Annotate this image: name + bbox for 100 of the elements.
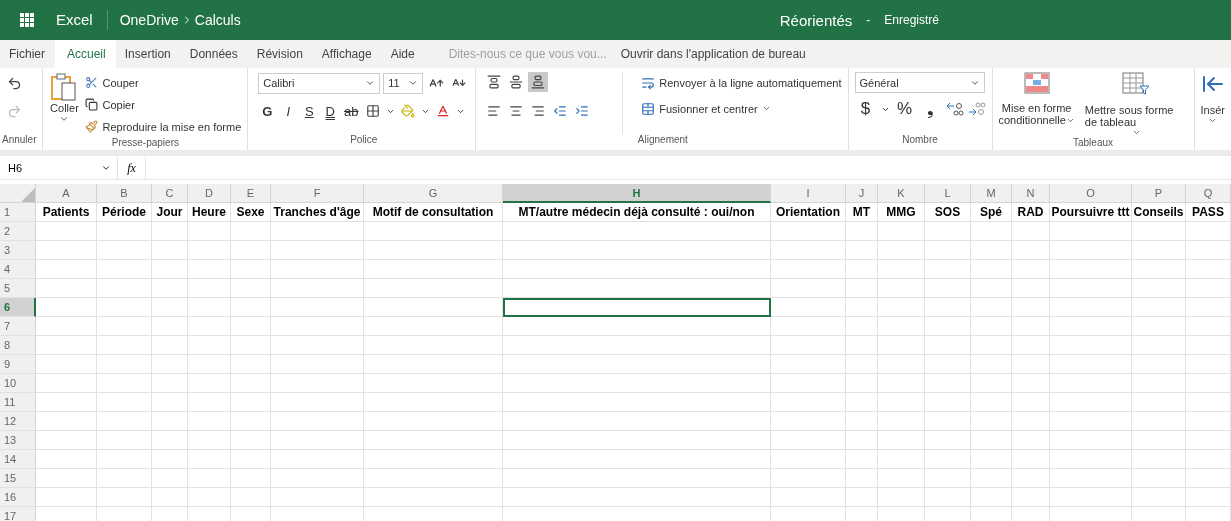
grid-cell[interactable]	[1186, 412, 1231, 431]
column-header[interactable]: K	[878, 184, 925, 203]
grid-cell[interactable]	[1186, 450, 1231, 469]
grid-cell[interactable]	[231, 241, 271, 260]
column-header[interactable]: A	[36, 184, 97, 203]
grid-cell[interactable]	[188, 393, 231, 412]
ribbon-tab[interactable]: Affichage	[312, 40, 382, 68]
grid-cell[interactable]	[152, 298, 188, 317]
grid-cell[interactable]	[503, 336, 771, 355]
grid-cell[interactable]	[503, 412, 771, 431]
grid-cell[interactable]	[152, 241, 188, 260]
grid-cell[interactable]	[36, 260, 97, 279]
grid-cell[interactable]	[1132, 412, 1186, 431]
grid-cell[interactable]	[188, 450, 231, 469]
grid-cell[interactable]	[231, 317, 271, 336]
column-header[interactable]: P	[1132, 184, 1186, 203]
row-header[interactable]: 8	[0, 336, 36, 355]
grid-cell[interactable]	[878, 298, 925, 317]
grid-cell[interactable]	[152, 260, 188, 279]
grid-cell[interactable]	[36, 336, 97, 355]
grid-cell[interactable]	[971, 412, 1012, 431]
grid-cell[interactable]	[1132, 241, 1186, 260]
row-header[interactable]: 7	[0, 317, 36, 336]
grid-cell[interactable]	[231, 298, 271, 317]
grid-cell[interactable]	[188, 355, 231, 374]
grid-cell[interactable]	[1012, 317, 1050, 336]
grid-cell[interactable]	[846, 412, 878, 431]
grid-cell[interactable]	[925, 412, 971, 431]
open-desktop-link[interactable]: Ouvrir dans l'application de bureau	[620, 40, 806, 68]
grid-cell[interactable]	[1186, 336, 1231, 355]
grid-cell[interactable]	[503, 241, 771, 260]
grid-cell[interactable]	[1012, 336, 1050, 355]
grid-cell[interactable]	[503, 260, 771, 279]
grid-cell[interactable]	[271, 393, 364, 412]
grid-cell[interactable]	[1050, 488, 1132, 507]
ribbon-tab[interactable]: Fichier	[0, 40, 55, 68]
grid-cell[interactable]	[1012, 488, 1050, 507]
decrease-decimal-icon[interactable]	[967, 102, 986, 116]
grid-cell[interactable]	[271, 336, 364, 355]
grid-cell[interactable]	[878, 469, 925, 488]
grid-cell[interactable]	[1186, 241, 1231, 260]
grid-cell[interactable]	[1132, 374, 1186, 393]
grid-cell[interactable]	[364, 412, 503, 431]
grid-cell[interactable]	[97, 222, 152, 241]
grid-cell[interactable]	[971, 450, 1012, 469]
tell-me-field[interactable]: Dites-nous ce que vous vou...	[446, 40, 617, 68]
grid-cell[interactable]	[1050, 260, 1132, 279]
grid-cell[interactable]	[771, 450, 846, 469]
grid-cell[interactable]	[925, 355, 971, 374]
grid-cell[interactable]	[1012, 374, 1050, 393]
column-header[interactable]: Q	[1186, 184, 1231, 203]
grid-cell[interactable]	[1050, 298, 1132, 317]
row-header[interactable]: 10	[0, 374, 36, 393]
currency-button[interactable]: $	[854, 99, 877, 119]
grid-cell[interactable]	[771, 298, 846, 317]
borders-icon[interactable]	[366, 104, 381, 118]
grid-cell[interactable]	[1186, 488, 1231, 507]
grid-cell[interactable]	[1132, 431, 1186, 450]
grid-cell[interactable]	[1050, 317, 1132, 336]
grid-cell[interactable]	[1132, 222, 1186, 241]
grid-cell[interactable]	[364, 336, 503, 355]
grid-cell[interactable]	[36, 393, 97, 412]
grid-cell[interactable]	[188, 412, 231, 431]
grid-cell[interactable]	[97, 298, 152, 317]
column-header[interactable]: I	[771, 184, 846, 203]
grid-cell[interactable]	[36, 298, 97, 317]
fill-color-icon[interactable]	[401, 104, 416, 118]
grid-cell[interactable]	[271, 374, 364, 393]
align-center-icon[interactable]	[509, 104, 524, 118]
grid-cell[interactable]	[1050, 222, 1132, 241]
ribbon-tab[interactable]: Aide	[381, 40, 425, 68]
grid-cell[interactable]	[271, 431, 364, 450]
grid-cell[interactable]	[271, 469, 364, 488]
grid-cell[interactable]	[846, 260, 878, 279]
grid-cell[interactable]	[152, 336, 188, 355]
grid-cell[interactable]	[971, 336, 1012, 355]
grid-cell[interactable]	[771, 393, 846, 412]
decrease-indent-icon[interactable]	[553, 104, 568, 118]
column-header[interactable]: O	[1050, 184, 1132, 203]
grid-cell[interactable]	[771, 260, 846, 279]
grid-cell[interactable]	[925, 450, 971, 469]
grid-cell[interactable]	[1132, 260, 1186, 279]
grid-cell[interactable]	[1186, 393, 1231, 412]
grid-cell[interactable]	[503, 374, 771, 393]
grid-cell[interactable]	[1186, 374, 1231, 393]
grid-cell[interactable]	[878, 488, 925, 507]
grid-cell[interactable]	[1012, 241, 1050, 260]
grid-cell[interactable]	[771, 279, 846, 298]
row-header[interactable]: 5	[0, 279, 36, 298]
grid-cell[interactable]	[1132, 450, 1186, 469]
grid-cell[interactable]	[971, 469, 1012, 488]
grid-cell[interactable]	[271, 260, 364, 279]
grid-cell[interactable]	[503, 317, 771, 336]
undo-icon[interactable]	[6, 75, 22, 91]
grid-cell[interactable]	[97, 260, 152, 279]
caret-icon[interactable]	[761, 104, 771, 113]
grid-cell[interactable]	[188, 279, 231, 298]
column-header[interactable]: L	[925, 184, 971, 203]
app-launcher-icon[interactable]	[20, 13, 34, 27]
row-header[interactable]: 14	[0, 450, 36, 469]
